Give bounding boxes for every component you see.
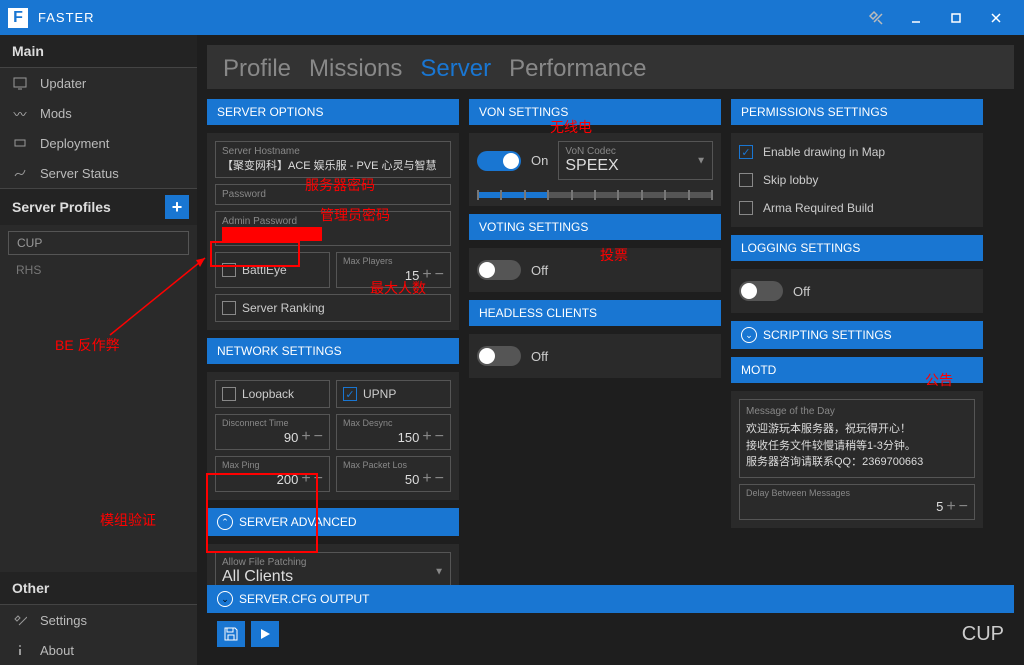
profile-item-cup[interactable]: CUP <box>8 231 189 255</box>
close-button[interactable] <box>976 0 1016 35</box>
info-icon <box>12 642 28 658</box>
sidebar-item-label: About <box>40 643 74 658</box>
skip-lobby-checkbox[interactable]: Skip lobby <box>739 169 975 191</box>
max-players-field[interactable]: Max Players 15+− <box>336 252 451 288</box>
motd-textarea[interactable]: Message of the Day 欢迎游玩本服务器，祝玩得开心！ 接收任务文… <box>739 399 975 478</box>
active-profile-name: CUP <box>962 623 1004 646</box>
profiles-label: Server Profiles <box>12 199 111 215</box>
checkbox-icon <box>222 301 236 315</box>
deployment-icon <box>12 135 28 151</box>
status-icon <box>12 165 28 181</box>
ping-field[interactable]: Max Ping200+− <box>215 456 330 492</box>
loopback-checkbox[interactable]: Loopback <box>215 380 330 408</box>
permissions-header: PERMISSIONS SETTINGS <box>731 99 983 125</box>
sidebar-item-label: Server Status <box>40 166 119 181</box>
output-header[interactable]: ⌄ SERVER.CFG OUTPUT <box>207 585 1014 613</box>
minus-icon[interactable]: − <box>435 266 444 284</box>
expand-icon: ⌄ <box>741 327 757 343</box>
codec-dropdown[interactable]: VoN Codec SPEEX ▼ <box>558 141 713 180</box>
tools-icon[interactable] <box>856 0 896 35</box>
checkbox-icon <box>222 387 236 401</box>
save-button[interactable] <box>217 621 245 647</box>
sidebar-item-label: Settings <box>40 613 87 628</box>
tabs: Profile Missions Server Performance <box>207 45 1014 89</box>
scripting-header[interactable]: ⌄ SCRIPTING SETTINGS <box>731 321 983 349</box>
minimize-button[interactable] <box>896 0 936 35</box>
sidebar-item-server-status[interactable]: Server Status <box>0 158 197 188</box>
headless-header: HEADLESS CLIENTS <box>469 300 721 326</box>
sidebar-item-deployment[interactable]: Deployment <box>0 128 197 158</box>
voting-header: VOTING SETTINGS <box>469 214 721 240</box>
battleye-checkbox[interactable]: BattlEye <box>215 252 330 288</box>
profile-item-rhs[interactable]: RHS <box>8 259 189 281</box>
updater-icon <box>12 75 28 91</box>
settings-icon <box>12 612 28 628</box>
tab-performance[interactable]: Performance <box>509 55 646 83</box>
expand-icon: ⌄ <box>217 591 233 607</box>
tab-server[interactable]: Server <box>420 55 491 83</box>
von-toggle[interactable] <box>477 151 521 171</box>
play-button[interactable] <box>251 621 279 647</box>
logging-toggle[interactable] <box>739 281 783 301</box>
admin-password-field[interactable]: Admin Password <box>215 211 451 246</box>
drawing-checkbox[interactable]: Enable drawing in Map <box>739 141 975 163</box>
server-options-header: SERVER OPTIONS <box>207 99 459 125</box>
server-ranking-checkbox[interactable]: Server Ranking <box>215 294 451 322</box>
desync-field[interactable]: Max Desync150+− <box>336 414 451 450</box>
chevron-down-icon: ▼ <box>434 566 444 577</box>
server-profiles-header: Server Profiles + <box>0 188 197 225</box>
sidebar-main-label: Main <box>0 35 197 68</box>
checkbox-icon <box>343 387 357 401</box>
voting-toggle[interactable] <box>477 260 521 280</box>
logging-header: LOGGING SETTINGS <box>731 235 983 261</box>
maximize-button[interactable] <box>936 0 976 35</box>
delay-field[interactable]: Delay Between Messages 5+− <box>739 484 975 520</box>
arma-build-checkbox[interactable]: Arma Required Build <box>739 197 975 219</box>
content-area: Profile Missions Server Performance SERV… <box>197 35 1024 665</box>
headless-toggle[interactable] <box>477 346 521 366</box>
file-patching-dropdown[interactable]: Allow File Patching All Clients ▼ <box>215 552 451 585</box>
sidebar-other-label: Other <box>0 572 197 605</box>
mods-icon: 〰 <box>12 105 28 121</box>
advanced-header[interactable]: ⌃ SERVER ADVANCED <box>207 508 459 536</box>
sidebar-item-settings[interactable]: Settings <box>0 605 197 635</box>
motd-header: MOTD <box>731 357 983 383</box>
sidebar-item-label: Mods <box>40 106 72 121</box>
sidebar-item-updater[interactable]: Updater <box>0 68 197 98</box>
plus-icon[interactable]: + <box>422 266 431 284</box>
von-slider[interactable] <box>477 192 713 198</box>
sidebar-item-label: Updater <box>40 76 86 91</box>
app-logo: F <box>8 8 28 28</box>
sidebar-item-label: Deployment <box>40 136 109 151</box>
hostname-field[interactable]: Server Hostname 【聚变网科】ACE 娱乐服 - PVE 心灵与智… <box>215 141 451 178</box>
app-title: FASTER <box>38 10 95 25</box>
tab-profile[interactable]: Profile <box>223 55 291 83</box>
titlebar: F FASTER <box>0 0 1024 35</box>
sidebar-item-mods[interactable]: 〰 Mods <box>0 98 197 128</box>
add-profile-button[interactable]: + <box>165 195 189 219</box>
collapse-icon: ⌃ <box>217 514 233 530</box>
chevron-down-icon: ▼ <box>696 155 706 166</box>
upnp-checkbox[interactable]: UPNP <box>336 380 451 408</box>
sidebar: Main Updater 〰 Mods Deployment Server St… <box>0 35 197 665</box>
von-header: VON SETTINGS <box>469 99 721 125</box>
password-field[interactable]: Password <box>215 184 451 205</box>
disconnect-field[interactable]: Disconnect Time90+− <box>215 414 330 450</box>
admin-password-value <box>222 227 322 241</box>
sidebar-item-about[interactable]: About <box>0 635 197 665</box>
checkbox-icon <box>222 263 236 277</box>
packet-field[interactable]: Max Packet Los50+− <box>336 456 451 492</box>
tab-missions[interactable]: Missions <box>309 55 402 83</box>
network-header: NETWORK SETTINGS <box>207 338 459 364</box>
